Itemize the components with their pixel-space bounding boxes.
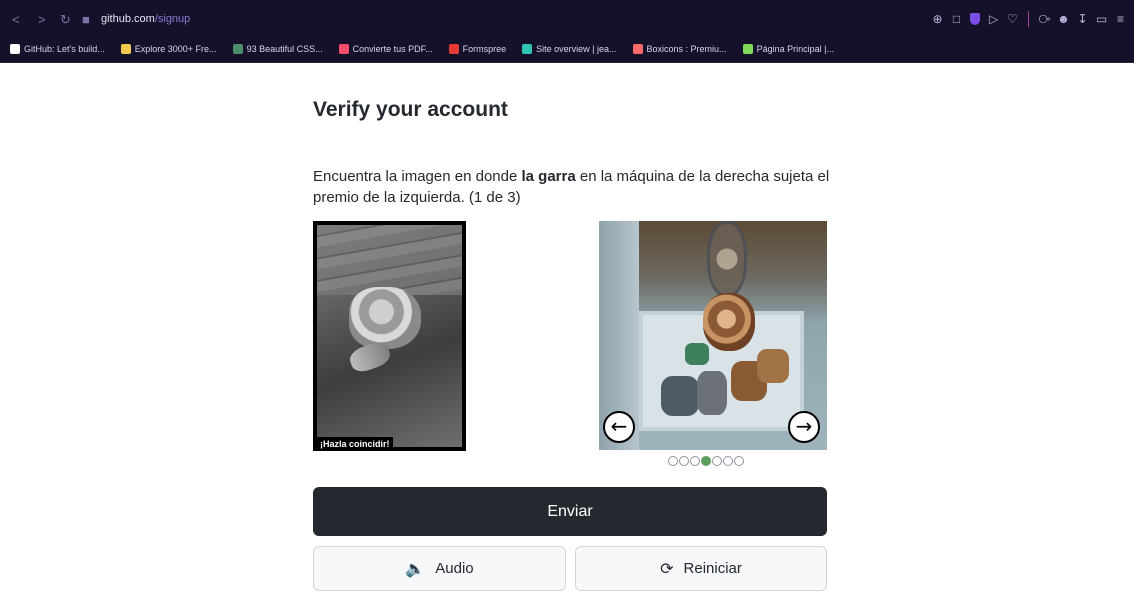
bookmark-item[interactable]: Página Principal |... <box>742 42 834 56</box>
claw-prize <box>703 293 755 351</box>
bookmark-favicon-icon <box>338 44 349 54</box>
menu-icon[interactable]: ≡ <box>1113 12 1128 27</box>
match-caption: ¡Hazla coincidir! <box>317 437 393 451</box>
forward-icon[interactable]: > <box>38 13 46 26</box>
carousel-dot[interactable] <box>712 456 722 466</box>
bookmark-favicon-icon <box>120 44 131 54</box>
bookmark-label: Explore 3000+ Fre... <box>134 44 217 54</box>
shield-icon[interactable] <box>970 13 980 25</box>
battery-icon[interactable]: ▭ <box>1094 12 1109 27</box>
claw-arm <box>707 221 747 297</box>
speaker-icon: 🔈 <box>405 559 426 578</box>
submit-button[interactable]: Enviar <box>313 487 827 536</box>
audio-label: Audio <box>435 560 474 577</box>
reset-label: Reiniciar <box>683 560 742 577</box>
captcha-instructions: Encuentra la imagen en donde la garra en… <box>313 166 833 208</box>
zoom-icon[interactable]: ⊕ <box>930 12 945 27</box>
download-icon[interactable]: ↧ <box>1075 12 1090 27</box>
previous-arrow-button[interactable]: ← <box>603 411 635 443</box>
bookmark-favicon-icon <box>632 44 643 54</box>
bookmark-favicon-icon <box>742 44 753 54</box>
send-icon[interactable]: ▷ <box>986 12 1001 27</box>
carousel-dot[interactable] <box>668 456 678 466</box>
bookmark-item[interactable]: GitHub: Let's build... <box>10 42 105 56</box>
prize-item <box>685 343 709 365</box>
bookmark-favicon-icon <box>10 44 20 54</box>
next-arrow-button[interactable]: → <box>788 411 820 443</box>
carousel-indicator <box>668 456 744 466</box>
glove-cuff <box>347 338 393 376</box>
carousel-dot[interactable] <box>679 456 689 466</box>
lock-icon: ■ <box>82 12 90 27</box>
refresh-icon: ⟳ <box>660 559 674 578</box>
browser-toolbar: < > ↻ ■ github.com/signup ⊕ □ ▷ ♡ ⧂ ☻ ↧ … <box>0 0 1134 38</box>
toolbar-divider <box>1028 11 1029 27</box>
bookmark-item[interactable]: Convierte tus PDF... <box>338 42 433 56</box>
bookmark-label: Página Principal |... <box>756 44 834 54</box>
bookmark-item[interactable]: Formspree <box>448 42 507 56</box>
url-path: /signup <box>154 13 191 25</box>
reload-icon[interactable]: ↻ <box>60 13 71 26</box>
bookmark-item[interactable]: Explore 3000+ Fre... <box>120 42 217 56</box>
instruction-emphasis: la garra <box>521 168 576 185</box>
url-host: github.com <box>101 13 155 25</box>
bookmark-icon[interactable]: □ <box>949 12 964 27</box>
address-bar[interactable]: github.com/signup <box>101 13 190 26</box>
carousel-dot[interactable] <box>690 456 700 466</box>
bookmark-label: Site overview | jea... <box>536 44 617 54</box>
extensions-icon[interactable]: ⧂ <box>1037 12 1052 27</box>
reset-button[interactable]: ⟳ Reiniciar <box>575 546 827 591</box>
reference-image: ¡Hazla coincidir! <box>313 221 466 451</box>
carousel-dot-active[interactable] <box>701 456 711 466</box>
profile-icon[interactable]: ☻ <box>1056 12 1071 27</box>
bookmark-item[interactable]: Site overview | jea... <box>522 42 617 56</box>
chrome-divider <box>0 62 1134 63</box>
bookmark-label: Boxicons : Premiu... <box>646 44 727 54</box>
bookmark-label: Convierte tus PDF... <box>352 44 433 54</box>
bookmark-label: 93 Beautiful CSS... <box>246 44 323 54</box>
prize-item <box>661 376 699 416</box>
bookmark-favicon-icon <box>232 44 243 54</box>
glove-photo <box>317 225 462 447</box>
carousel-dot[interactable] <box>723 456 733 466</box>
bookmark-favicon-icon <box>448 44 459 54</box>
claw-machine-image: ← → <box>599 221 827 450</box>
back-icon[interactable]: < <box>12 13 20 26</box>
bookmark-label: Formspree <box>462 44 507 54</box>
prize-item <box>757 349 789 383</box>
page-title: Verify your account <box>313 98 508 121</box>
prize-item <box>697 371 727 415</box>
carousel-dot[interactable] <box>734 456 744 466</box>
instruction-text: Encuentra la imagen en donde <box>313 168 522 185</box>
bookmark-item[interactable]: Boxicons : Premiu... <box>632 42 727 56</box>
heart-icon[interactable]: ♡ <box>1005 12 1020 27</box>
bookmark-label: GitHub: Let's build... <box>24 44 105 54</box>
bookmark-item[interactable]: 93 Beautiful CSS... <box>232 42 323 56</box>
bookmarks-bar: GitHub: Let's build... Explore 3000+ Fre.… <box>0 38 1134 62</box>
bookmark-favicon-icon <box>522 44 533 54</box>
glove-shape <box>349 287 421 349</box>
audio-button[interactable]: 🔈 Audio <box>313 546 566 591</box>
brick-wall <box>317 225 462 295</box>
